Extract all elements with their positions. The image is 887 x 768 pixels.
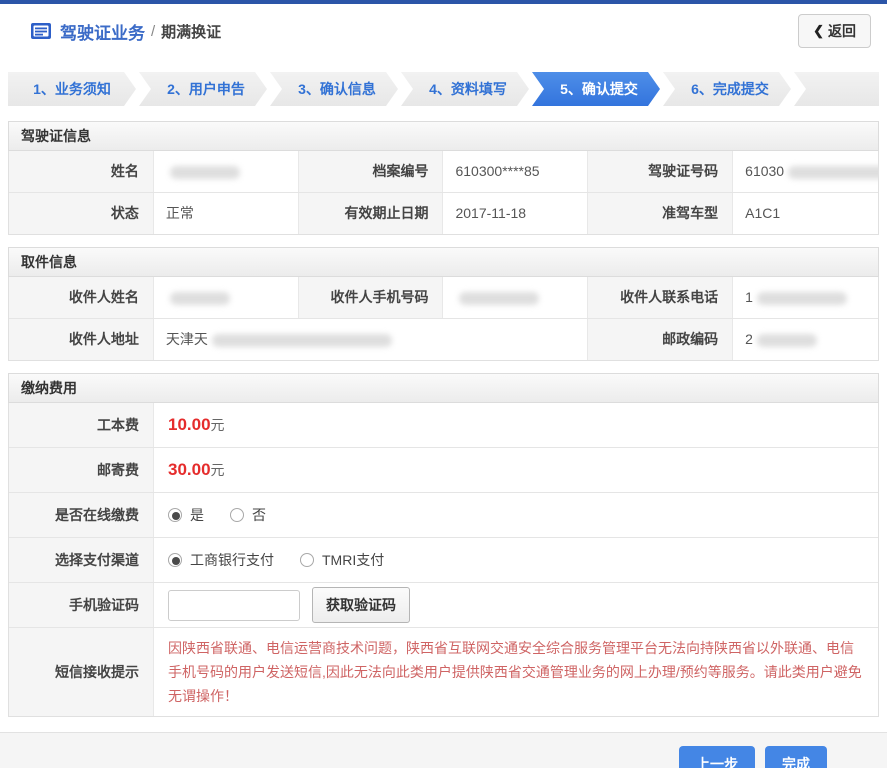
wizard-steps: 1、业务须知 2、用户申告 3、确认信息 4、资料填写 5、确认提交 6、完成提… xyxy=(8,72,879,106)
redacted-value xyxy=(211,333,392,347)
page-header: 驾驶证业务 / 期满换证 ❮ 返回 xyxy=(0,4,887,58)
field-value-license-number: 61030 xyxy=(733,151,878,192)
redacted-value xyxy=(169,165,240,179)
field-value-expiry-date: 2017-11-18 xyxy=(443,193,589,234)
back-button[interactable]: ❮ 返回 xyxy=(798,14,871,48)
field-label-vehicle-class: 准驾车型 xyxy=(588,193,734,234)
breadcrumb-current: 期满换证 xyxy=(161,23,222,41)
breadcrumb-separator: / xyxy=(151,22,156,40)
field-label-postcode: 邮政编码 xyxy=(588,319,734,360)
table-row: 收件人地址 天津天 邮政编码 2 xyxy=(9,319,878,360)
field-value-vehicle-class: A1C1 xyxy=(733,193,878,234)
field-value-recipient-phone: 1 xyxy=(733,277,878,318)
field-label-recipient-mobile: 收件人手机号码 xyxy=(298,277,444,318)
table-row: 短信接收提示 因陕西省联通、电信运营商技术问题，陕西省互联网交通安全综合服务管理… xyxy=(9,628,878,716)
step-1-business-notice: 1、业务须知 xyxy=(8,72,136,106)
table-row: 姓名 档案编号 610300****85 驾驶证号码 61030 xyxy=(9,151,878,193)
form-list-icon xyxy=(31,23,51,39)
field-label-recipient-name: 收件人姓名 xyxy=(9,277,154,318)
field-value-work-fee: 10.00 元 xyxy=(154,403,878,447)
field-label-recipient-address: 收件人地址 xyxy=(9,319,154,360)
radio-channel-tmri[interactable] xyxy=(300,553,314,567)
radio-online-no[interactable] xyxy=(230,508,244,522)
field-value-pay-channel: 工商银行支付 TMRI支付 xyxy=(154,538,878,582)
radio-channel-icbc[interactable] xyxy=(168,553,182,567)
field-value-name xyxy=(153,151,299,192)
chevron-left-icon: ❮ xyxy=(813,23,824,38)
radio-online-no-label[interactable]: 否 xyxy=(252,505,266,525)
back-button-label: 返回 xyxy=(828,23,856,39)
field-label-pay-channel: 选择支付渠道 xyxy=(9,538,154,582)
step-4-fill-data: 4、资料填写 xyxy=(401,72,529,106)
get-code-button[interactable]: 获取验证码 xyxy=(312,587,410,623)
fee-unit: 元 xyxy=(210,462,225,478)
field-value-sms-notice: 因陕西省联通、电信运营商技术问题，陕西省互联网交通安全综合服务管理平台无法向持陕… xyxy=(154,628,878,716)
field-label-online-pay: 是否在线缴费 xyxy=(9,493,154,537)
section-payment: 缴纳费用 工本费 10.00 元 邮寄费 30.00 元 是否在线缴费 是 否 选择… xyxy=(8,373,879,717)
table-row: 收件人姓名 收件人手机号码 收件人联系电话 1 xyxy=(9,277,878,319)
field-label-status: 状态 xyxy=(9,193,154,234)
work-fee-amount: 10.00 xyxy=(168,415,211,434)
redacted-value xyxy=(756,291,847,305)
field-value-recipient-mobile xyxy=(443,277,589,318)
table-row: 手机验证码 获取验证码 xyxy=(9,583,878,628)
redacted-value xyxy=(459,291,540,305)
table-row: 工本费 10.00 元 xyxy=(9,403,878,448)
field-label-expiry-date: 有效期止日期 xyxy=(298,193,444,234)
fee-unit: 元 xyxy=(210,417,225,433)
sms-notice-text: 因陕西省联通、电信运营商技术问题，陕西省互联网交通安全综合服务管理平台无法向持陕… xyxy=(168,640,862,704)
section-title-pickup: 取件信息 xyxy=(8,247,879,277)
field-value-recipient-address: 天津天 xyxy=(153,319,589,360)
field-value-sms-code: 获取验证码 xyxy=(154,583,878,627)
field-value-recipient-name xyxy=(153,277,299,318)
redacted-value xyxy=(756,333,817,347)
redacted-value xyxy=(169,291,230,305)
previous-step-button[interactable]: 上一步 xyxy=(679,746,755,768)
field-value-post-fee: 30.00 元 xyxy=(154,448,878,492)
radio-online-yes-label[interactable]: 是 xyxy=(190,505,204,525)
radio-online-yes[interactable] xyxy=(168,508,182,522)
footer-bar: 上一步 完成 xyxy=(0,732,887,768)
steps-filler xyxy=(794,72,879,106)
sms-code-input[interactable] xyxy=(168,589,300,621)
section-license-info: 驾驶证信息 姓名 档案编号 610300****85 驾驶证号码 61030 状… xyxy=(8,121,879,235)
section-pickup-info: 取件信息 收件人姓名 收件人手机号码 收件人联系电话 1 收件人地址 天津天 邮… xyxy=(8,247,879,361)
section-title-license: 驾驶证信息 xyxy=(8,121,879,151)
table-row: 邮寄费 30.00 元 xyxy=(9,448,878,493)
field-label-file-number: 档案编号 xyxy=(298,151,444,192)
page-title: 驾驶证业务 xyxy=(60,23,145,43)
section-title-payment: 缴纳费用 xyxy=(8,373,879,403)
finish-button[interactable]: 完成 xyxy=(765,746,827,768)
field-label-sms-notice: 短信接收提示 xyxy=(9,628,154,716)
redacted-value xyxy=(788,165,878,179)
field-value-file-number: 610300****85 xyxy=(443,151,589,192)
radio-channel-tmri-label[interactable]: TMRI支付 xyxy=(322,550,384,570)
radio-channel-icbc-label[interactable]: 工商银行支付 xyxy=(190,550,274,570)
field-label-sms-code: 手机验证码 xyxy=(9,583,154,627)
field-value-online-pay: 是 否 xyxy=(154,493,878,537)
field-value-postcode: 2 xyxy=(733,319,878,360)
step-5-confirm-submit-active: 5、确认提交 xyxy=(532,72,660,106)
step-3-confirm-info: 3、确认信息 xyxy=(270,72,398,106)
table-row: 状态 正常 有效期止日期 2017-11-18 准驾车型 A1C1 xyxy=(9,193,878,234)
table-row: 是否在线缴费 是 否 xyxy=(9,493,878,538)
field-label-license-number: 驾驶证号码 xyxy=(588,151,734,192)
field-label-name: 姓名 xyxy=(9,151,154,192)
field-label-work-fee: 工本费 xyxy=(9,403,154,447)
field-value-status: 正常 xyxy=(153,193,299,234)
table-row: 选择支付渠道 工商银行支付 TMRI支付 xyxy=(9,538,878,583)
field-label-recipient-phone: 收件人联系电话 xyxy=(588,277,734,318)
post-fee-amount: 30.00 xyxy=(168,460,211,479)
step-2-user-declaration: 2、用户申告 xyxy=(139,72,267,106)
step-6-finish-submit: 6、完成提交 xyxy=(663,72,791,106)
field-label-post-fee: 邮寄费 xyxy=(9,448,154,492)
